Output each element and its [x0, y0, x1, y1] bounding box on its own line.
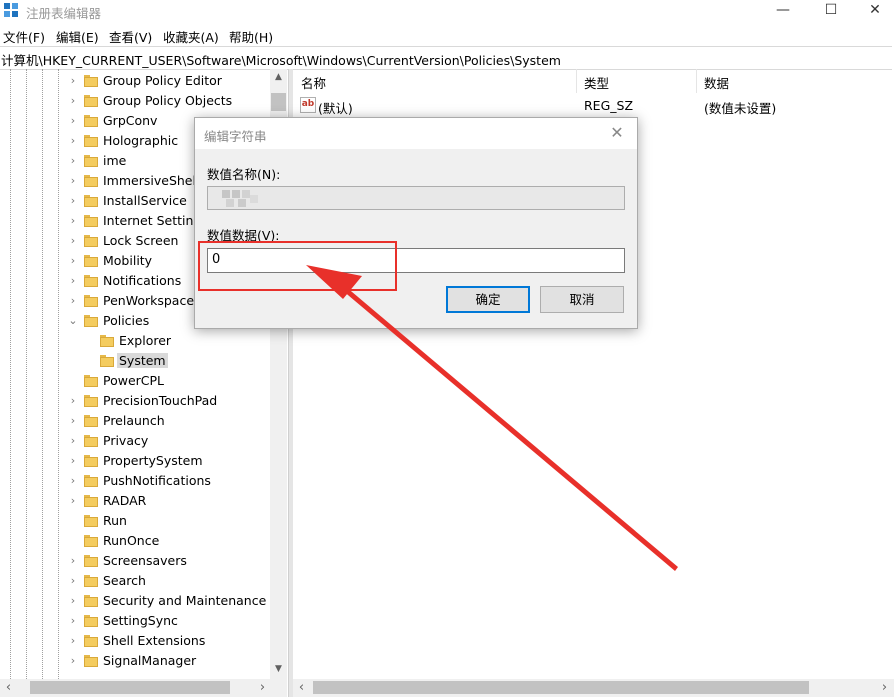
annotation-arrow — [306, 265, 678, 571]
